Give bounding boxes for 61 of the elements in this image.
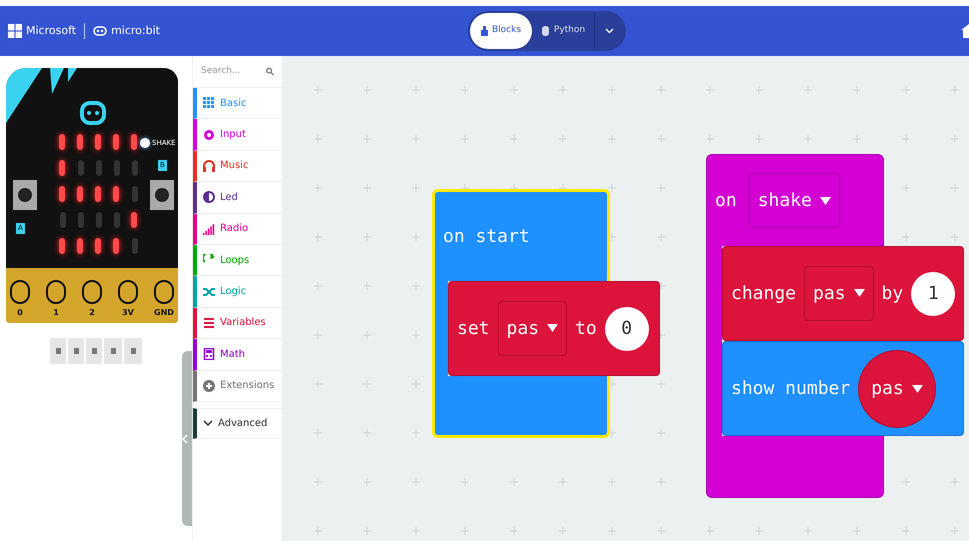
block-label: set [457,317,490,341]
pin-label: GND [154,307,174,319]
variable-dropdown[interactable]: shake [748,173,840,228]
stop-button[interactable] [50,338,66,364]
microbit-face-icon [80,101,106,125]
pin-label: 3V [122,307,134,319]
button-b[interactable] [150,180,174,210]
caret-icon [547,324,558,332]
number-field[interactable]: 0 [604,306,649,350]
variable-reporter[interactable]: pas [858,350,936,428]
search-icon [266,67,274,76]
chevron-left-icon [182,434,188,444]
product-name[interactable]: micro:bit [111,22,160,40]
restart-button[interactable] [68,338,84,364]
block-label: to [575,317,597,341]
chevron-down-icon [605,28,614,34]
microbit-logo-icon [93,26,108,36]
list-icon [203,316,215,329]
editor-tab[interactable]: Python [532,13,594,49]
variable-dropdown[interactable]: pas [498,300,568,356]
chevron-down-icon [203,420,213,427]
statement-block[interactable]: show number pas [722,341,964,436]
windows-logo-icon [8,24,22,38]
calculator-icon [203,348,215,360]
stop-icon [54,347,62,355]
pin-label: 2 [89,307,95,319]
pin-label: 0 [17,307,23,319]
caret-icon [820,196,831,204]
variable-dropdown[interactable]: pas [804,266,874,322]
number-field[interactable]: 1 [911,272,956,316]
caret-icon [854,289,865,298]
event-block[interactable]: on start set pas to 0 [432,189,660,438]
search-input[interactable]: Search... [201,64,266,78]
corner-stripe-drawing [6,68,77,124]
caret-icon [912,384,923,392]
home-icon[interactable] [961,22,969,38]
fullscreen-button[interactable] [124,338,142,364]
block-label: on start [443,225,530,249]
block-label: by [882,282,904,306]
grid-icon [203,97,215,110]
event-block[interactable]: on shake change pas by 1 show number pas [706,154,964,498]
half-circle-icon [203,191,215,204]
puzzle-icon [480,26,488,36]
button-a[interactable] [13,180,37,210]
shuffle-icon [203,286,215,298]
debug-button[interactable] [86,338,102,364]
pin-label: 1 [53,307,59,319]
sound-button[interactable] [104,338,122,364]
signal-bars-icon [203,222,215,235]
block-label: on [715,189,737,213]
collapse-handle[interactable] [182,351,192,526]
statement-block[interactable]: change pas by 1 [722,246,964,341]
headphones-icon [203,160,215,172]
block-label: change [731,282,796,306]
block-label: show number [731,377,850,401]
circle-icon [203,128,215,141]
plus-circle-icon [203,380,215,392]
shake-indicator[interactable] [140,138,150,148]
brand-name: Microsoft [26,22,76,39]
statement-block[interactable]: set pas to 0 [448,281,660,376]
editor-tab[interactable]: Blocks [470,13,532,49]
